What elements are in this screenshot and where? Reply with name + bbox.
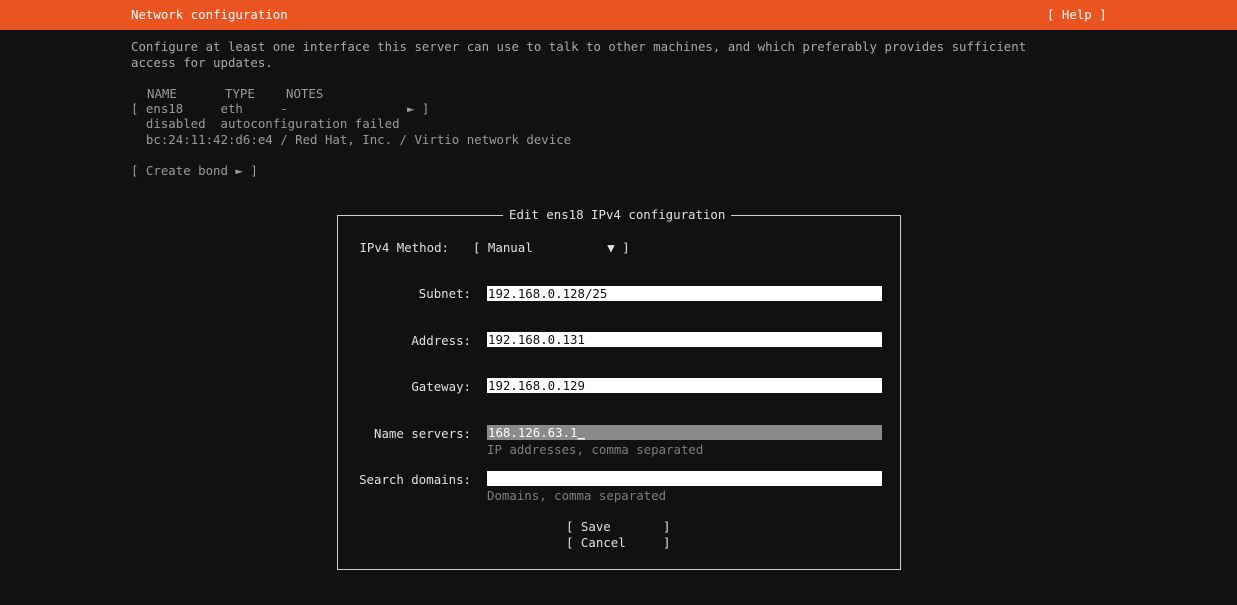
interface-mac-info: bc:24:11:42:d6:e4 / Red Hat, Inc. / Virt… <box>131 132 572 147</box>
page-title: Network configuration <box>131 7 288 22</box>
column-header-notes: NOTES <box>286 86 324 101</box>
subnet-input[interactable]: 192.168.0.128/25 <box>487 286 882 301</box>
header-bar: Network configuration [ Help ] <box>0 0 1237 30</box>
subnet-label: Subnet: <box>418 286 471 301</box>
column-header-name: NAME <box>147 86 177 101</box>
text-cursor: _ <box>577 425 585 440</box>
save-button[interactable]: [ Save ] <box>566 519 670 535</box>
name-servers-hint: IP addresses, comma separated <box>487 442 704 457</box>
help-button[interactable]: [ Help ] <box>1047 7 1107 23</box>
address-input[interactable]: 192.168.0.131 <box>487 332 882 347</box>
intro-line-1: Configure at least one interface this se… <box>131 39 1027 54</box>
address-label: Address: <box>411 333 471 348</box>
name-servers-value: 168.126.63.1 <box>488 425 578 440</box>
column-header-type: TYPE <box>225 86 255 101</box>
intro-line-2: access for updates. <box>131 54 273 70</box>
interface-row-ens18[interactable]: [ ens18 eth - ► ] <box>131 101 429 117</box>
ipv4-method-label: IPv4 Method: <box>359 240 449 255</box>
gateway-input[interactable]: 192.168.0.129 <box>487 378 882 393</box>
ipv4-method-select[interactable]: [ Manual ▼ ] <box>473 240 630 256</box>
interface-status: disabled autoconfiguration failed <box>131 116 400 131</box>
search-domains-hint: Domains, comma separated <box>487 488 667 503</box>
cancel-button[interactable]: [ Cancel ] <box>566 535 670 551</box>
search-domains-label: Search domains: <box>359 472 471 487</box>
search-domains-input[interactable] <box>487 471 882 486</box>
create-bond-button[interactable]: [ Create bond ► ] <box>131 163 258 179</box>
intro-text: Configure at least one interface this se… <box>131 39 1026 70</box>
gateway-label: Gateway: <box>411 379 471 394</box>
name-servers-label: Name servers: <box>374 426 471 441</box>
dialog-title: Edit ens18 IPv4 configuration <box>503 207 732 223</box>
name-servers-input[interactable]: 168.126.63.1_ <box>487 425 882 440</box>
